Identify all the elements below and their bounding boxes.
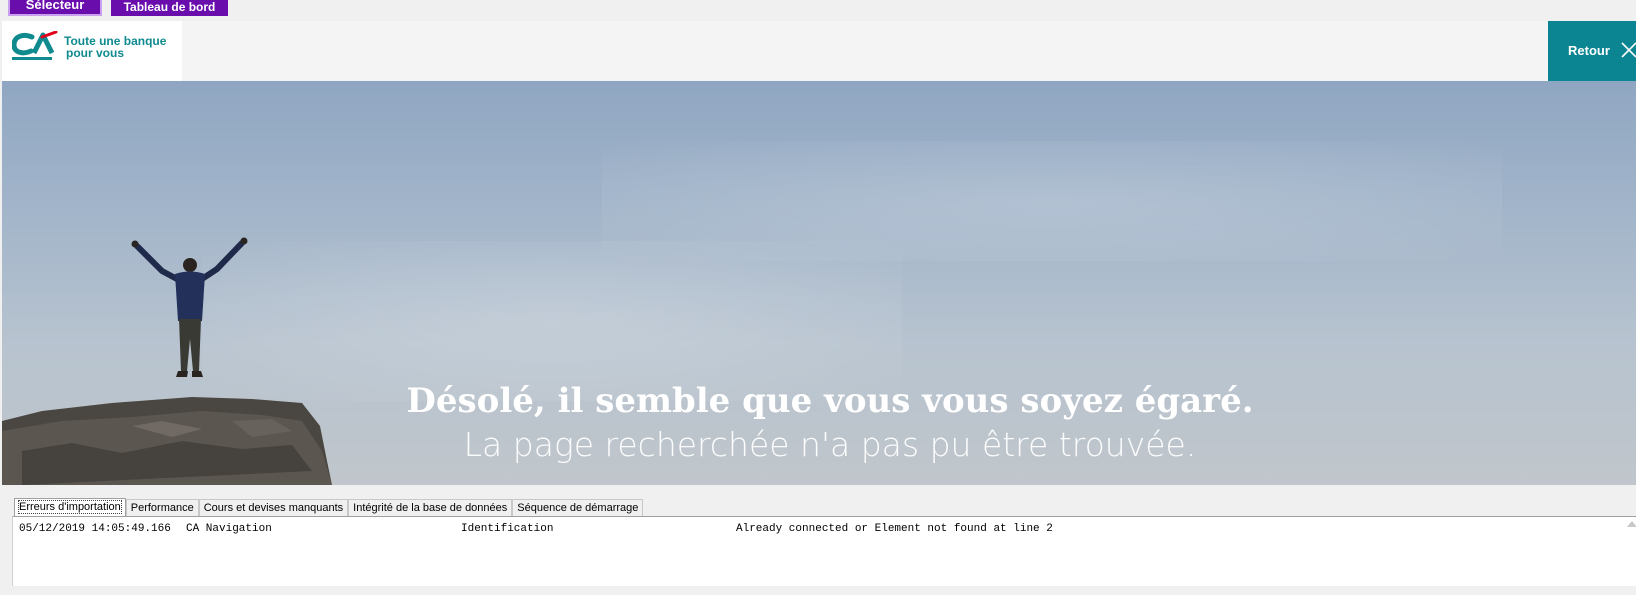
slogan-line-2: pour vous xyxy=(66,46,125,60)
bank-slogan: Toute une banque pour vous xyxy=(64,35,166,59)
site-header: Toute une banque pour vous Retour xyxy=(2,21,1636,81)
browser-view: Toute une banque pour vous Retour Désolé… xyxy=(2,21,1636,485)
close-icon xyxy=(1621,42,1636,58)
tab-import-errors[interactable]: Erreurs d'importation xyxy=(14,498,126,516)
scroll-up-icon[interactable] xyxy=(1627,521,1636,527)
log-source: CA Navigation xyxy=(186,523,272,535)
log-row[interactable]: 05/12/2019 14:05:49.166 CA Navigation Id… xyxy=(19,523,1053,595)
tab-label: Erreurs d'importation xyxy=(18,500,122,514)
tab-startup-sequence[interactable]: Séquence de démarrage xyxy=(512,499,644,516)
bank-logo-icon xyxy=(12,31,58,60)
selector-button[interactable]: Sélecteur xyxy=(8,0,102,16)
dashboard-button[interactable]: Tableau de bord xyxy=(111,0,228,16)
top-toolbar: Sélecteur Tableau de bord xyxy=(0,0,1636,20)
error-subtitle: La page recherchée n'a pas pu être trouv… xyxy=(463,425,1197,464)
retour-label: Retour xyxy=(1568,43,1610,58)
log-timestamp: 05/12/2019 14:05:49.166 xyxy=(19,523,171,535)
log-step: Identification xyxy=(461,523,554,535)
tab-database-integrity[interactable]: Intégrité de la base de données xyxy=(348,499,513,516)
log-message: Already connected or Element not found a… xyxy=(736,523,1053,535)
log-list[interactable]: 05/12/2019 14:05:49.166 CA Navigation Id… xyxy=(12,516,1636,586)
tab-missing-rates[interactable]: Cours et devises manquants xyxy=(198,499,349,516)
bank-logo[interactable]: Toute une banque pour vous xyxy=(2,21,182,81)
error-hero: Désolé, il semble que vous vous soyez ég… xyxy=(2,81,1636,485)
log-tabs: Erreurs d'importation Performance Cours … xyxy=(14,498,644,516)
tab-performance[interactable]: Performance xyxy=(125,499,199,516)
person-figure xyxy=(131,237,248,377)
retour-button[interactable]: Retour xyxy=(1548,21,1636,81)
error-title: Désolé, il semble que vous vous soyez ég… xyxy=(406,381,1254,421)
